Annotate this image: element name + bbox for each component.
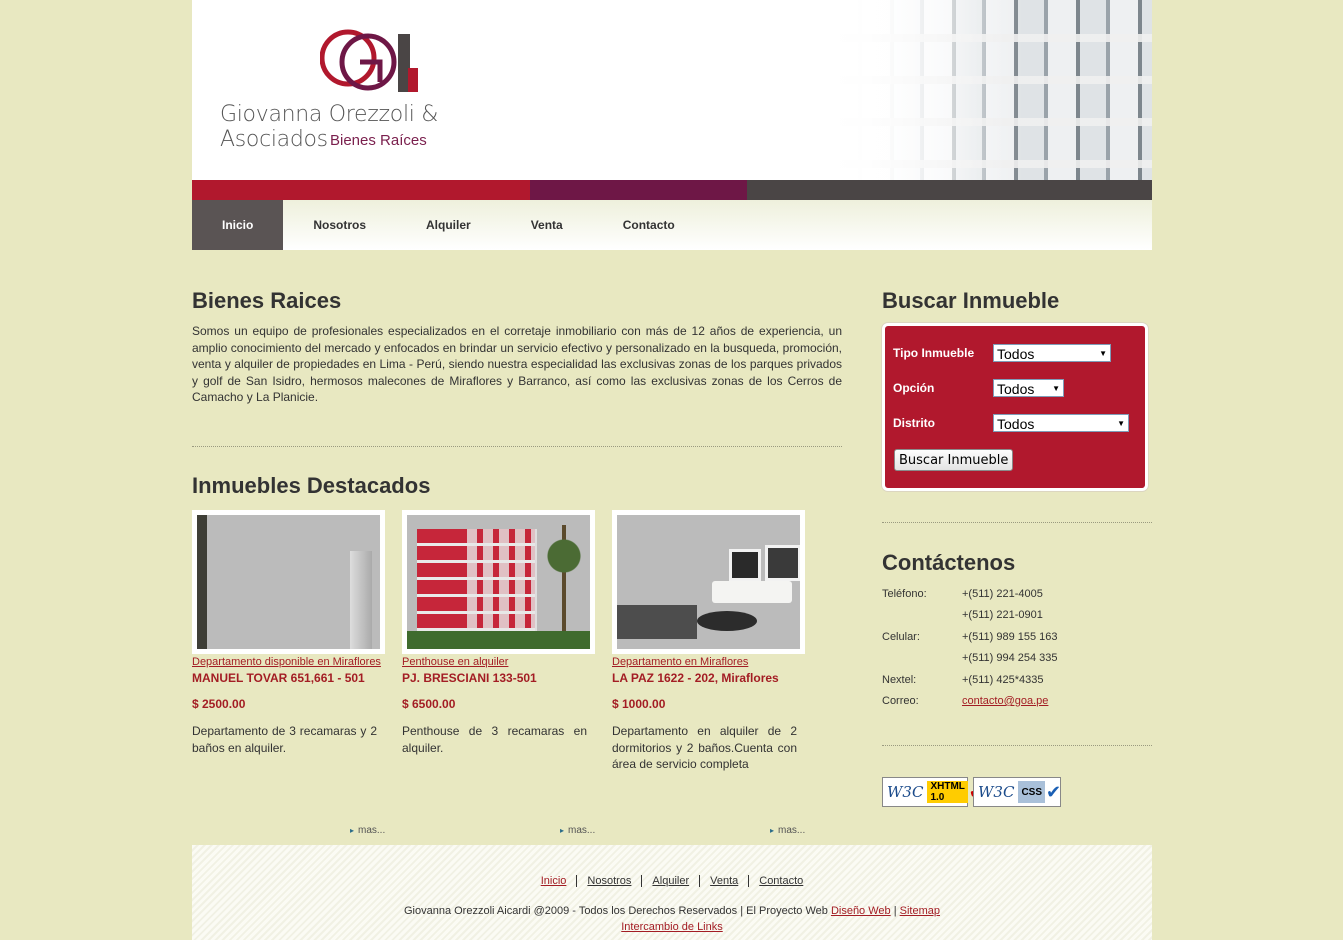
logo-mark-icon: [320, 29, 418, 92]
field-label: Distrito: [893, 416, 935, 430]
property-description: Departamento de 3 recamaras y 2 baños en…: [192, 724, 377, 755]
more-link[interactable]: ▸ mas...: [350, 825, 385, 836]
footer-link-venta[interactable]: Venta: [700, 875, 750, 887]
field-label: Tipo Inmueble: [893, 346, 975, 360]
check-icon: ✔: [1046, 781, 1062, 802]
intro-title: Bienes Raices: [192, 288, 342, 313]
property-link[interactable]: Penthouse en alquiler: [402, 656, 597, 668]
property-card: Departamento disponible en Miraflores MA…: [192, 510, 387, 756]
opcion-select[interactable]: Todos ▼: [993, 379, 1064, 397]
property-card: Penthouse en alquiler PJ. BRESCIANI 133-…: [402, 510, 597, 756]
property-address: LA PAZ 1622 - 202, Miraflores: [612, 671, 779, 685]
contact-title: Contáctenos: [882, 550, 1016, 575]
chevron-down-icon: ▼: [1099, 349, 1107, 358]
color-stripe: [192, 180, 1152, 200]
property-address: MANUEL TOVAR 651,661 - 501: [192, 671, 365, 685]
email-link[interactable]: contacto@goa.pe: [962, 695, 1048, 707]
property-address: PJ. BRESCIANI 133-501: [402, 671, 537, 685]
contact-row: +(511) 221-0901: [962, 609, 1043, 621]
w3c-css-badge[interactable]: W3C CSS ✔: [973, 777, 1061, 807]
property-link[interactable]: Departamento disponible en Miraflores: [192, 656, 387, 668]
property-price: $ 6500.00: [402, 697, 456, 711]
site-logo[interactable]: Giovanna Orezzoli & Asociados Bienes Raí…: [220, 28, 540, 158]
arrow-right-icon: ▸: [350, 826, 355, 835]
footer-link-contacto[interactable]: Contacto: [749, 875, 813, 887]
divider: [192, 446, 842, 447]
nav-item-venta[interactable]: Venta: [501, 200, 593, 250]
site-footer: Inicio Nosotros Alquiler Venta Contacto Giov…: [192, 845, 1152, 940]
brand-tagline: Bienes Raíces: [330, 132, 427, 149]
intro-text: Somos un equipo de profesionales especia…: [192, 324, 842, 404]
design-link[interactable]: Diseño Web: [831, 905, 891, 917]
more-link[interactable]: ▸ mas...: [770, 825, 805, 836]
field-label: Opción: [893, 381, 935, 395]
contact-row: Correo: contacto@goa.pe: [882, 695, 1049, 707]
link-exchange-link[interactable]: Intercambio de Links: [621, 921, 723, 933]
more-link[interactable]: ▸ mas...: [560, 825, 595, 836]
divider: [882, 522, 1152, 523]
contact-row: Teléfono: +(511) 221-4005: [882, 588, 1043, 600]
property-photo[interactable]: [612, 510, 805, 654]
footer-link-alquiler[interactable]: Alquiler: [642, 875, 701, 887]
footer-nav: Inicio Nosotros Alquiler Venta Contacto: [192, 875, 1152, 887]
property-photo[interactable]: [402, 510, 595, 654]
arrow-right-icon: ▸: [560, 826, 565, 835]
search-button[interactable]: Buscar Inmueble: [894, 449, 1014, 471]
copyright: Giovanna Orezzoli Aicardi @2009 - Todos …: [403, 905, 940, 933]
main-nav: Inicio Nosotros Alquiler Venta Contacto: [192, 200, 1152, 250]
site-header: Giovanna Orezzoli & Asociados Bienes Raí…: [192, 0, 1152, 180]
divider: [882, 745, 1152, 746]
nav-item-inicio[interactable]: Inicio: [192, 200, 284, 250]
nav-item-contacto[interactable]: Contacto: [593, 200, 705, 250]
chevron-down-icon: ▼: [1117, 419, 1125, 428]
search-form: Tipo Inmueble Todos ▼ Opción Todos ▼ Dis…: [882, 323, 1148, 491]
arrow-right-icon: ▸: [770, 826, 775, 835]
tipo-inmueble-select[interactable]: Todos ▼: [993, 344, 1111, 362]
footer-link-nosotros[interactable]: Nosotros: [577, 875, 643, 887]
property-description: Departamento en alquiler de 2 dormitorio…: [612, 724, 797, 771]
distrito-select[interactable]: Todos ▼: [993, 414, 1129, 432]
property-price: $ 2500.00: [192, 697, 246, 711]
property-description: Penthouse de 3 recamaras en alquiler.: [402, 724, 587, 755]
contact-row: Celular: +(511) 989 155 163: [882, 631, 1058, 643]
property-price: $ 1000.00: [612, 697, 666, 711]
contact-row: Nextel: +(511) 425*4335: [882, 674, 1044, 686]
search-title: Buscar Inmueble: [882, 288, 1060, 313]
property-photo[interactable]: [192, 510, 385, 654]
property-card: Departamento en Miraflores LA PAZ 1622 -…: [612, 510, 807, 773]
footer-link-inicio[interactable]: Inicio: [530, 875, 578, 887]
contact-row: +(511) 994 254 335: [962, 652, 1058, 664]
header-building-image: [832, 0, 1152, 180]
chevron-down-icon: ▼: [1052, 384, 1060, 393]
featured-title: Inmuebles Destacados: [192, 473, 431, 498]
property-link[interactable]: Departamento en Miraflores: [612, 656, 807, 668]
nav-item-nosotros[interactable]: Nosotros: [283, 200, 396, 250]
w3c-xhtml-badge[interactable]: W3C XHTML 1.0 ✔: [882, 777, 984, 807]
nav-item-alquiler[interactable]: Alquiler: [396, 200, 501, 250]
sitemap-link[interactable]: Sitemap: [900, 905, 940, 917]
